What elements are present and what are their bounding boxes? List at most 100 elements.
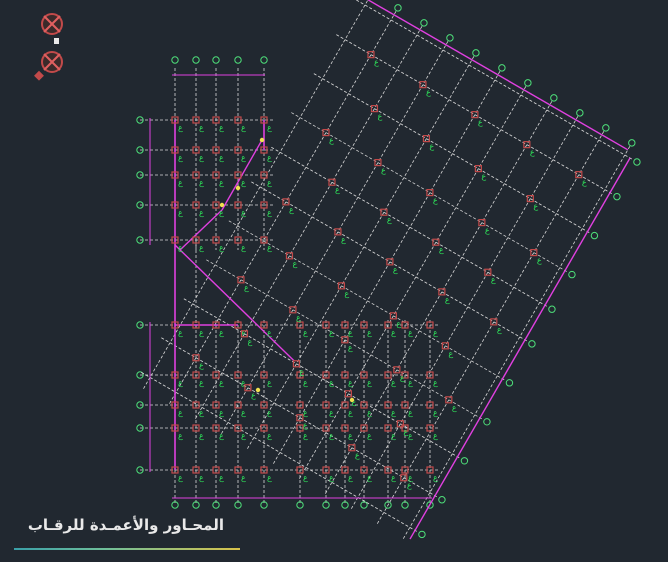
column-label: ع — [391, 408, 396, 417]
column-label: ع — [400, 373, 405, 382]
axis-bubble-rotated — [438, 496, 446, 504]
column-label: ع — [303, 473, 308, 482]
axis-bubble-rotated — [528, 340, 536, 348]
column-label: ع — [199, 408, 204, 417]
column-label: ع — [355, 451, 360, 460]
column-label: ع — [329, 431, 334, 440]
axis-bubble-rotated — [550, 94, 558, 102]
column-label: ع — [303, 408, 308, 417]
column-label: ع — [241, 123, 246, 132]
pan-icon[interactable] — [54, 38, 59, 44]
column-label: ع — [408, 378, 413, 387]
axis-bubble-top — [260, 56, 268, 64]
column-label: ع — [367, 408, 372, 417]
column-label: ع — [219, 378, 224, 387]
rotated-grid-axis — [141, 372, 419, 533]
column-label: ع — [303, 328, 308, 337]
column-label: ع — [267, 408, 272, 417]
axis-bubble-rotated — [548, 305, 556, 313]
axis-bubble-top — [192, 56, 200, 64]
axis-bubble-rotated — [446, 34, 454, 42]
column-label: ع — [481, 172, 486, 181]
column-label: ع — [303, 378, 308, 387]
grip-point — [235, 185, 241, 191]
column-label: ع — [219, 208, 224, 217]
axis-bubble-rotated — [628, 139, 636, 147]
grip-point — [219, 202, 225, 208]
column-label: ع — [219, 153, 224, 162]
column-label: ع — [391, 328, 396, 337]
column-label: ع — [367, 431, 372, 440]
column-label: ع — [348, 378, 353, 387]
column-label: ع — [329, 378, 334, 387]
column-label: ع — [433, 196, 438, 205]
column-label: ع — [377, 112, 382, 121]
column-label: ع — [303, 431, 308, 440]
column-label: ع — [247, 337, 252, 346]
column-label: ع — [439, 245, 444, 254]
column-label: ع — [199, 243, 204, 252]
column-label: ع — [403, 427, 408, 436]
column-label: ع — [491, 275, 496, 284]
column-label: ع — [241, 243, 246, 252]
column-label: ع — [396, 319, 401, 328]
column-label: ع — [267, 473, 272, 482]
column-label: ع — [178, 208, 183, 217]
axis-bubble-rotated — [524, 79, 532, 87]
column-label: ع — [303, 421, 308, 430]
column-label: ع — [426, 88, 431, 97]
column-label: ع — [289, 205, 294, 214]
column-label: ع — [429, 142, 434, 151]
column-label: ع — [267, 328, 272, 337]
rotated-grid-axis — [313, 73, 592, 234]
column-label: ع — [299, 367, 304, 376]
axis-bubble-rotated — [460, 457, 469, 465]
column-label: ع — [199, 473, 204, 482]
column-label: ع — [178, 328, 183, 337]
column-label: ع — [537, 256, 542, 265]
column-label: ع — [241, 431, 246, 440]
column-label: ع — [329, 136, 334, 145]
column-label: ع — [391, 378, 396, 387]
compass-icon[interactable] — [41, 13, 63, 35]
slab-edge — [174, 244, 295, 362]
drawing-canvas[interactable]: ع ع ع ع ع ع ع ع ع ع ع ع ع ع ع ع ع ع ع ع ع ع ع ع ع ع ع ع ع ع ع ع ع ع ع ع ع ع ع ع… — [0, 0, 668, 562]
orbit-icon[interactable] — [34, 51, 63, 81]
column-label: ع — [433, 328, 438, 337]
column-label: ع — [199, 208, 204, 217]
column-label: ع — [267, 431, 272, 440]
column-label: ع — [348, 431, 353, 440]
column-label: ع — [244, 283, 249, 292]
column-label: ع — [445, 295, 450, 304]
column-label: ع — [367, 378, 372, 387]
rotated-grid-axis — [142, 0, 369, 391]
column-label: ع — [335, 185, 340, 194]
column-label: ع — [267, 178, 272, 187]
column-label: ع — [391, 473, 396, 482]
rotated-grid-axis — [349, 116, 579, 511]
column-label: ع — [178, 123, 183, 132]
column-label: ع — [199, 123, 204, 132]
column-label: ع — [348, 408, 353, 417]
column-label: ع — [219, 178, 224, 187]
column-label: ع — [241, 473, 246, 482]
column-label: ع — [292, 259, 297, 268]
column-label: ع — [348, 343, 353, 352]
axis-bubble-rotated — [483, 418, 491, 426]
viewcube-icon[interactable] — [32, 8, 80, 88]
grip-point — [259, 137, 265, 143]
column-label: ع — [433, 431, 438, 440]
column-label: ع — [367, 328, 372, 337]
column-label: ع — [381, 166, 386, 175]
column-label: ع — [296, 313, 301, 322]
column-label: ع — [408, 408, 413, 417]
axis-bubble-top — [212, 56, 220, 64]
column-label: ع — [407, 481, 412, 490]
column-label: ع — [478, 118, 483, 127]
column-label: ع — [251, 391, 256, 400]
column-label: ع — [267, 153, 272, 162]
column-label: ع — [178, 243, 183, 252]
column-label: ع — [199, 178, 204, 187]
axis-bubble-rotated — [633, 158, 641, 166]
column-label: ع — [348, 328, 353, 337]
